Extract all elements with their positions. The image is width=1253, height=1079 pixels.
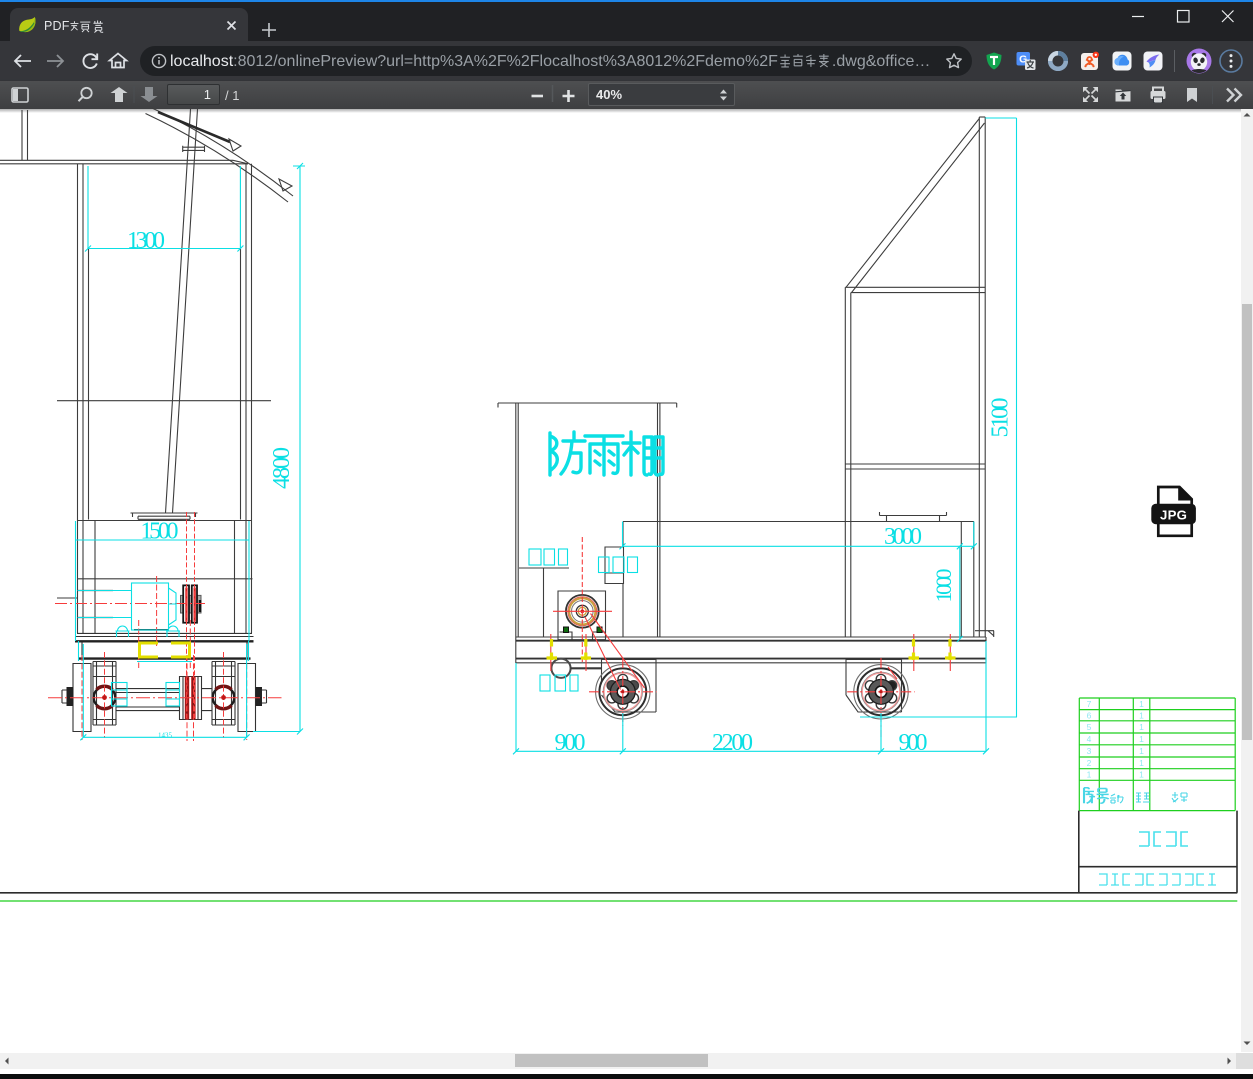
svg-text:1000: 1000 — [931, 569, 956, 603]
svg-text:1: 1 — [1139, 711, 1144, 721]
svg-text:1: 1 — [1139, 734, 1144, 744]
svg-text:3: 3 — [1087, 746, 1092, 756]
svg-text:1300: 1300 — [127, 228, 165, 254]
svg-text:1: 1 — [1139, 770, 1144, 780]
svg-text:4800: 4800 — [269, 447, 295, 489]
svg-text:1: 1 — [1139, 722, 1144, 732]
svg-text:900: 900 — [899, 730, 928, 756]
svg-text:2200: 2200 — [712, 730, 753, 756]
svg-text:4: 4 — [1087, 734, 1092, 744]
svg-text:2: 2 — [1087, 758, 1092, 768]
svg-text:1: 1 — [1139, 699, 1144, 709]
svg-text:900: 900 — [555, 730, 586, 756]
svg-text:5: 5 — [1087, 722, 1092, 732]
svg-text:3000: 3000 — [884, 524, 922, 550]
svg-text:1: 1 — [1087, 770, 1092, 780]
svg-text:1: 1 — [1139, 758, 1144, 768]
svg-text:6: 6 — [1087, 711, 1092, 721]
svg-text:1500: 1500 — [141, 519, 179, 545]
svg-text:7: 7 — [1087, 699, 1092, 709]
svg-text:1: 1 — [1139, 746, 1144, 756]
svg-text:1435: 1435 — [158, 732, 173, 740]
svg-text:JPG: JPG — [1160, 508, 1187, 523]
svg-text:5100: 5100 — [988, 398, 1014, 438]
